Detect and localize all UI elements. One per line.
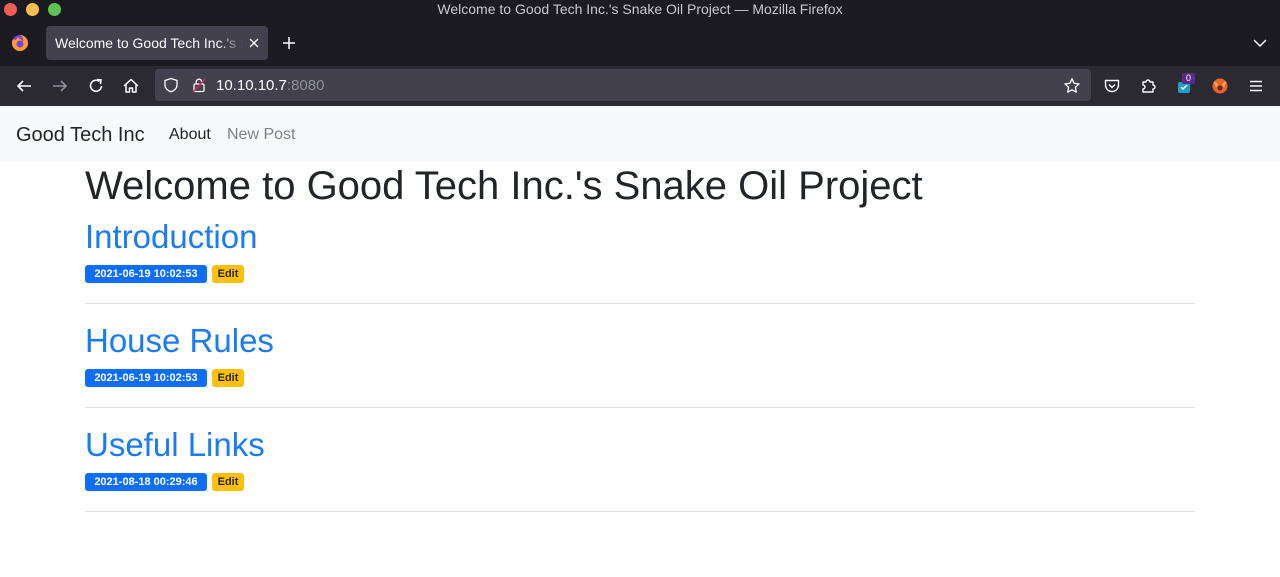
tab-active[interactable]: Welcome to Good Tech Inc.'s Snake Oil Pr… [46, 26, 268, 60]
window-title: Welcome to Good Tech Inc.'s Snake Oil Pr… [437, 1, 843, 17]
back-icon[interactable] [14, 76, 34, 96]
nav-link-about[interactable]: About [169, 126, 211, 144]
post-divider [85, 303, 1195, 304]
post-edit-button[interactable]: Edit [212, 369, 244, 387]
url-host: 10.10.10.7 [216, 77, 287, 94]
tab-title: Welcome to Good Tech Inc.'s Snake Oil Pr… [55, 35, 243, 52]
new-tab-icon[interactable] [280, 34, 298, 52]
url-port: :8080 [286, 77, 325, 94]
pocket-icon[interactable] [1102, 76, 1122, 96]
shield-icon[interactable] [163, 77, 179, 93]
post-divider [85, 407, 1195, 408]
extensions-icon[interactable] [1138, 76, 1158, 96]
url-bar[interactable]: 10.10.10.7:8080 [155, 69, 1091, 101]
tab-strip: Welcome to Good Tech Inc.'s Snake Oil Pr… [0, 20, 1280, 66]
firefox-icon[interactable] [11, 34, 29, 52]
extension-badge: 0 [1182, 73, 1195, 84]
lock-icon[interactable] [191, 77, 207, 93]
browser-toolbar: 10.10.10.7:8080 [0, 66, 1280, 106]
post-date-badge: 2021-06-19 10:02:53 [85, 369, 207, 387]
site-brand[interactable]: Good Tech Inc [16, 124, 145, 146]
post-divider [85, 511, 1195, 512]
post-date-badge: 2021-08-18 00:29:46 [85, 473, 207, 491]
star-icon[interactable] [1063, 77, 1081, 95]
home-icon[interactable] [121, 76, 141, 96]
post-title-link[interactable]: House Rules [85, 322, 274, 360]
site-navbar: Good Tech Inc About New Post [0, 106, 1280, 162]
menu-icon[interactable] [1246, 76, 1266, 96]
tab-close-icon[interactable] [245, 34, 263, 52]
foxyproxy-icon[interactable] [1210, 76, 1230, 96]
url-text[interactable]: 10.10.10.7:8080 [216, 77, 324, 94]
post-title-link[interactable]: Useful Links [85, 426, 265, 464]
nav-link-new-post[interactable]: New Post [227, 126, 295, 144]
reload-icon[interactable] [86, 76, 106, 96]
post-title-link[interactable]: Introduction [85, 218, 257, 256]
forward-icon[interactable] [50, 76, 70, 96]
post-edit-button[interactable]: Edit [212, 473, 244, 491]
post-edit-button[interactable]: Edit [212, 265, 244, 283]
post-date-badge: 2021-06-19 10:02:53 [85, 265, 207, 283]
window-titlebar: Welcome to Good Tech Inc.'s Snake Oil Pr… [0, 0, 1280, 20]
chevron-down-icon[interactable] [1251, 34, 1269, 52]
page-title: Welcome to Good Tech Inc.'s Snake Oil Pr… [85, 164, 923, 208]
